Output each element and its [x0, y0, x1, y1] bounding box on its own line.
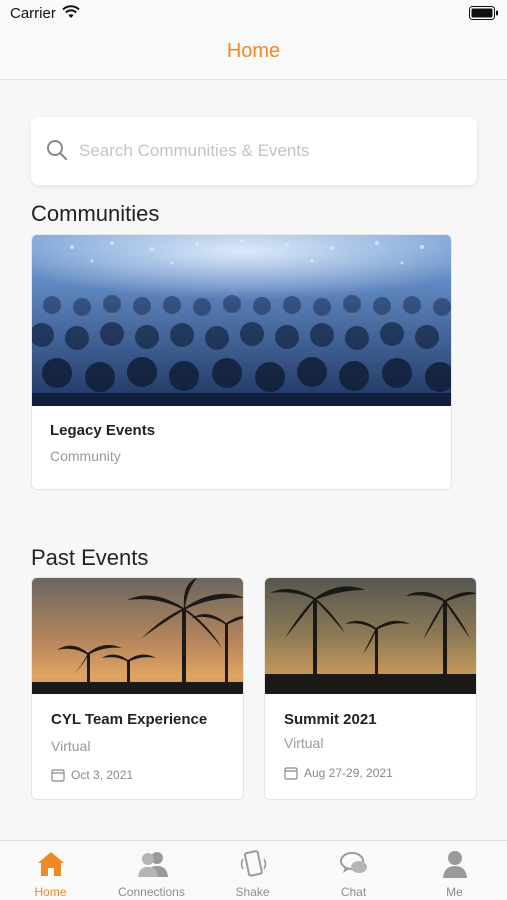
tab-connections[interactable]: Connections — [101, 841, 202, 900]
event-name: CYL Team Experience — [51, 711, 208, 728]
tab-chat[interactable]: Chat — [303, 841, 404, 900]
search-input[interactable] — [79, 139, 459, 163]
search-bar[interactable] — [31, 117, 477, 185]
event-type: Virtual — [51, 738, 91, 754]
tab-home[interactable]: Home — [0, 841, 101, 900]
tab-shake[interactable]: Shake — [202, 841, 303, 900]
event-date: Aug 27-29, 2021 — [284, 766, 393, 780]
calendar-icon — [51, 769, 65, 782]
community-type: Community — [50, 448, 121, 464]
tab-label: Chat — [340, 885, 367, 899]
tab-label: Shake — [235, 885, 270, 899]
event-date-text: Oct 3, 2021 — [71, 768, 134, 782]
page-title: Home — [226, 40, 281, 62]
tab-label: Me — [446, 885, 463, 899]
shake-icon — [240, 850, 267, 877]
calendar-icon — [284, 767, 298, 780]
connections-icon — [138, 852, 168, 877]
tab-label: Home — [34, 885, 67, 899]
tab-me[interactable]: Me — [404, 841, 505, 900]
community-image — [32, 235, 451, 406]
battery-icon — [469, 6, 498, 20]
community-name: Legacy Events — [50, 422, 156, 439]
event-date: Oct 3, 2021 — [51, 768, 133, 782]
event-card[interactable]: Summit 2021 Virtual Aug 27-29, 2021 — [264, 577, 477, 800]
search-icon — [47, 140, 67, 160]
wifi-icon — [62, 5, 80, 18]
community-card[interactable]: Legacy Events Community — [31, 234, 452, 490]
communities-heading: Communities — [31, 201, 160, 226]
carrier-label: Carrier — [10, 5, 56, 22]
event-card[interactable]: CYL Team Experience Virtual Oct 3, 2021 — [31, 577, 244, 800]
past-events-heading: Past Events — [31, 545, 149, 570]
event-date-text: Aug 27-29, 2021 — [304, 766, 393, 780]
home-icon — [38, 852, 64, 876]
top-bar: Carrier Home — [0, 0, 507, 80]
chat-icon — [340, 852, 367, 873]
event-name: Summit 2021 — [284, 711, 377, 728]
me-icon — [443, 851, 467, 878]
event-image — [32, 578, 243, 694]
event-image — [265, 578, 476, 694]
event-type: Virtual — [284, 735, 324, 751]
tab-bar: Home Connections Shake Chat Me — [0, 840, 507, 900]
tab-label: Connections — [118, 885, 185, 899]
